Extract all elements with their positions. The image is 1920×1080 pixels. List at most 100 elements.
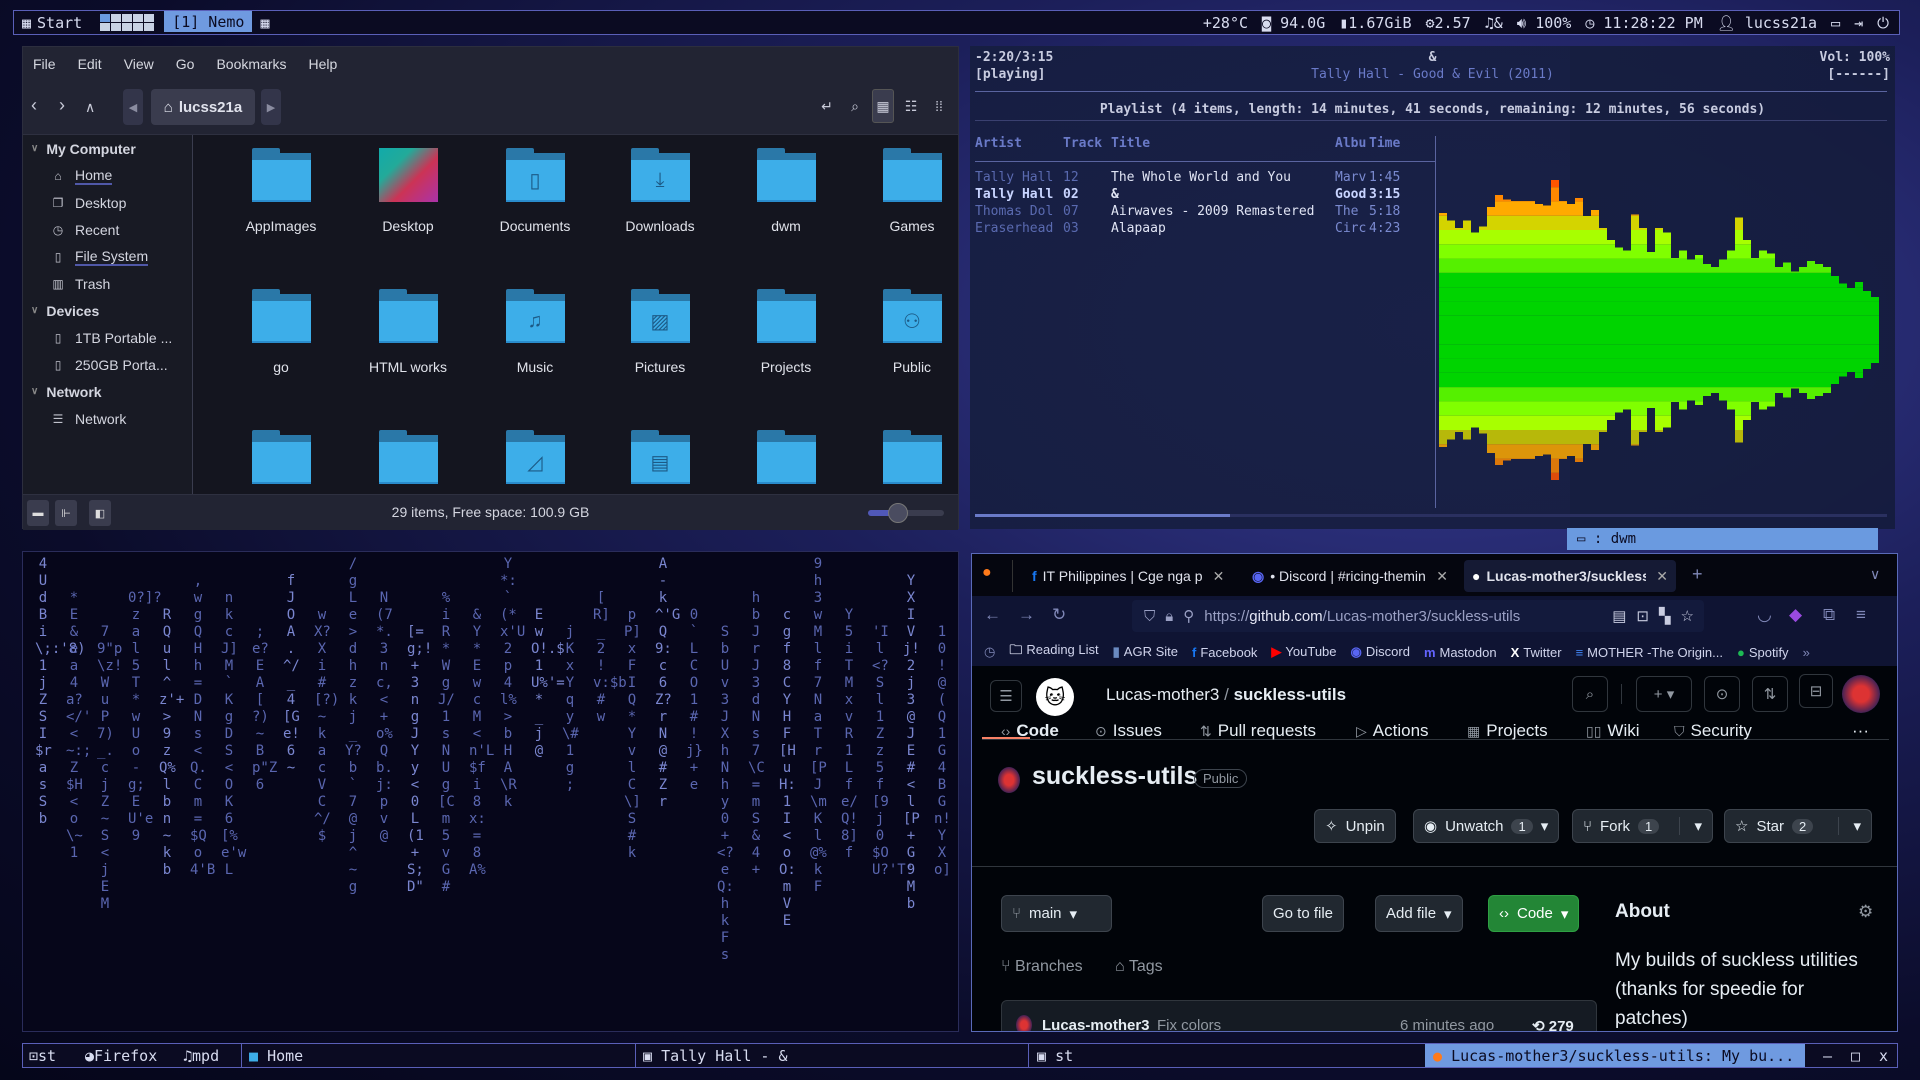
- bookmark-discord[interactable]: ◉ Discord: [1351, 644, 1410, 660]
- file-item[interactable]: Games: [857, 148, 960, 234]
- browser-tab[interactable]: ◉ • Discord | #ricing-themin ✕: [1244, 560, 1456, 592]
- unpin-button[interactable]: ✧ Unpin: [1314, 809, 1396, 843]
- pocket-icon[interactable]: ◡: [1757, 605, 1772, 625]
- browser-tab[interactable]: ● Lucas-mother3/suckless-u ✕: [1464, 560, 1676, 592]
- fork-button[interactable]: ⑂ Fork 1 ▾: [1572, 809, 1713, 843]
- repo-tab-code[interactable]: ‹› Code: [1001, 721, 1059, 741]
- menu-help[interactable]: Help: [309, 56, 338, 72]
- maximize-button[interactable]: □: [1851, 1047, 1860, 1065]
- search-icon[interactable]: ⌕: [1572, 676, 1608, 712]
- bookmark-reading-list[interactable]: 🗀 Reading List: [1009, 641, 1098, 663]
- star-button[interactable]: ☆ Star 2 ▾: [1724, 809, 1872, 843]
- repo-link[interactable]: suckless-utils: [1234, 685, 1346, 704]
- power-icon[interactable]: ⏻: [1877, 14, 1889, 32]
- playlist-row[interactable]: Eraserhead 03 Alapaap Circ 4:23: [975, 221, 1435, 238]
- gear-icon[interactable]: ⚙: [1858, 902, 1873, 922]
- menu-icon[interactable]: ≡: [1856, 605, 1866, 625]
- file-item[interactable]: Desktop: [353, 148, 463, 234]
- playlist-row[interactable]: Tally Hall 12 The Whole World and You Marv 1…: [975, 170, 1435, 187]
- progress-bar[interactable]: [975, 514, 1231, 517]
- menu-edit[interactable]: Edit: [78, 56, 102, 72]
- extensions-icon[interactable]: ⧉: [1823, 605, 1835, 625]
- unwatch-button[interactable]: ◉ Unwatch 1 ▾: [1413, 809, 1560, 843]
- close-button[interactable]: x: [1879, 1047, 1888, 1065]
- file-item[interactable]: ♫ Music: [480, 289, 590, 375]
- crumb-right-button[interactable]: ▶: [261, 89, 281, 125]
- compact-view-icon[interactable]: ⁞⁞: [928, 89, 950, 123]
- file-item[interactable]: [857, 430, 960, 484]
- forward-icon[interactable]: →: [1018, 605, 1035, 625]
- bookmark-agr-site[interactable]: ▮ AGR Site: [1113, 644, 1178, 660]
- bookmark-twitter[interactable]: X Twitter: [1511, 645, 1562, 660]
- inbox-icon[interactable]: ⊟: [1799, 674, 1833, 708]
- browser-tab[interactable]: f IT Philippines | Cge nga p ✕: [1024, 560, 1236, 592]
- commit-count[interactable]: ⟲ 279: [1532, 1017, 1574, 1031]
- shield-icon[interactable]: ⛉: [1144, 608, 1155, 625]
- bookmark-mother-the-origin[interactable]: ≡ MOTHER -The Origin...: [1576, 645, 1723, 660]
- slider-knob[interactable]: [888, 503, 909, 523]
- column-header[interactable]: Title: [1111, 136, 1150, 151]
- active-tag[interactable]: [1] Nemo: [164, 11, 253, 34]
- column-header[interactable]: Track: [1063, 136, 1102, 151]
- tags-link[interactable]: ⌂ Tags: [1115, 958, 1163, 976]
- close-tab-icon[interactable]: ✕: [1656, 568, 1668, 585]
- repo-tab-actions[interactable]: ▷ Actions: [1356, 721, 1429, 741]
- url-text[interactable]: https://github.com/Lucas-mother3/suckles…: [1204, 608, 1520, 625]
- go-to-file-button[interactable]: Go to file: [1262, 895, 1345, 932]
- issues-icon[interactable]: ⊙: [1704, 676, 1740, 712]
- file-item[interactable]: Projects: [731, 289, 841, 375]
- bookmark-youtube[interactable]: ▶ YouTube: [1271, 644, 1336, 660]
- repo-tab-issues[interactable]: ⊙ Issues: [1095, 721, 1162, 741]
- commit-message[interactable]: Fix colors: [1157, 1017, 1221, 1031]
- task-firefox-active[interactable]: ● Lucas-mother3/suckless-utils: My bu...: [1425, 1044, 1805, 1067]
- workspace-pager[interactable]: [100, 14, 155, 31]
- extension-icon[interactable]: ◆: [1789, 605, 1802, 625]
- sidebar-item-file-system[interactable]: ▯ File System: [23, 243, 192, 270]
- toggle-location-icon[interactable]: ↵: [816, 89, 838, 123]
- menu-view[interactable]: View: [124, 56, 154, 72]
- file-item[interactable]: [226, 430, 336, 484]
- launcher-firefox[interactable]: ◕Firefox: [85, 1047, 157, 1065]
- sidebar-section-my-computer[interactable]: ∨ My Computer: [23, 135, 192, 162]
- github-logo-icon[interactable]: 🐱︎: [1036, 678, 1074, 716]
- menu-file[interactable]: File: [33, 56, 56, 72]
- column-header[interactable]: Time: [1369, 136, 1400, 151]
- translate-icon[interactable]: ⊡: [1636, 607, 1649, 625]
- display-icon[interactable]: ▭: [1831, 14, 1840, 32]
- permissions-icon[interactable]: ⚲: [1183, 607, 1194, 625]
- url-bar[interactable]: ⛉ 🔒︎ ⚲ https://github.com/Lucas-mother3/su…: [1132, 600, 1704, 632]
- bookmark-star-icon[interactable]: ☆: [1681, 607, 1694, 625]
- sidebar-section-network[interactable]: ∨ Network: [23, 378, 192, 405]
- file-item[interactable]: ⤓ Downloads: [605, 148, 715, 234]
- create-new-icon[interactable]: + ▾: [1636, 676, 1692, 712]
- up-icon[interactable]: ∧: [85, 99, 95, 116]
- repo-tab-wiki[interactable]: ▯▯ Wiki: [1586, 721, 1640, 741]
- playlist-row[interactable]: Thomas Dol 07 Airwaves - 2009 Remastered Th…: [975, 204, 1435, 221]
- repo-tab-pull-requests[interactable]: ⇅ Pull requests: [1200, 721, 1316, 741]
- back-icon[interactable]: ←: [984, 605, 1001, 625]
- file-item[interactable]: HTML works: [353, 289, 463, 375]
- volume-status[interactable]: 🔊︎ 100%: [1517, 14, 1572, 32]
- bookmark-mastodon[interactable]: m Mastodon: [1424, 645, 1497, 660]
- branch-select[interactable]: ⑂ main ▾: [1001, 895, 1112, 932]
- new-tab-icon[interactable]: +: [1692, 564, 1703, 585]
- commit-author[interactable]: Lucas-mother3: [1042, 1017, 1150, 1031]
- breadcrumb-home[interactable]: ⌂ lucss21a: [151, 89, 255, 125]
- playlist-row[interactable]: Tally Hall 02 & Good 3:15: [975, 187, 1435, 204]
- task-mpd[interactable]: ▣ Tally Hall - &: [643, 1047, 788, 1065]
- search-icon[interactable]: ⌕: [844, 89, 866, 123]
- task-home[interactable]: ■ Home: [249, 1047, 303, 1065]
- repo-title[interactable]: suckless-utils: [1032, 762, 1197, 791]
- sidebar-item-network[interactable]: ☰ Network: [23, 405, 192, 432]
- owner-link[interactable]: Lucas-mother3: [1106, 685, 1219, 704]
- terminal-cmatrix[interactable]: 4U d B i \;:'8)1jZSI$rasSb *E&ea4a?</' <~…: [22, 551, 959, 1032]
- column-header[interactable]: Albu: [1335, 136, 1366, 151]
- file-item[interactable]: ▤: [605, 430, 715, 484]
- close-tab-icon[interactable]: ✕: [1213, 568, 1225, 585]
- zoom-slider[interactable]: [868, 503, 944, 523]
- file-item[interactable]: ▨ Pictures: [605, 289, 715, 375]
- menu-go[interactable]: Go: [176, 56, 195, 72]
- fork-dropdown[interactable]: ▾: [1679, 817, 1702, 835]
- reader-icon[interactable]: ▤: [1612, 607, 1626, 625]
- icon-view-icon[interactable]: ▦: [872, 89, 894, 123]
